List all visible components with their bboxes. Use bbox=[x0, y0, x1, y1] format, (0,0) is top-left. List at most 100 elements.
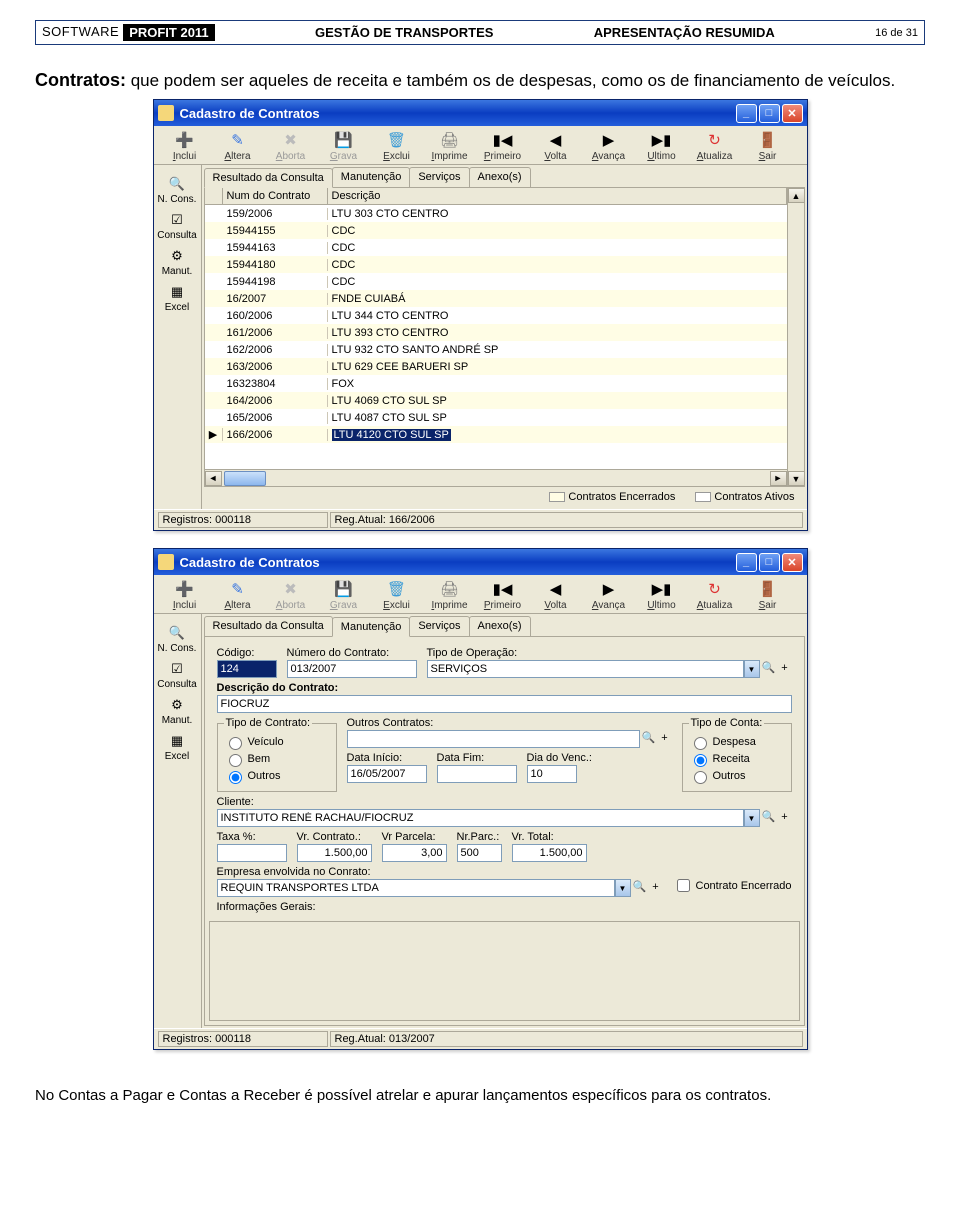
tab-anexo-s-[interactable]: Anexo(s) bbox=[469, 616, 531, 636]
search-icon[interactable]: 🔍 bbox=[762, 662, 776, 676]
toolbar-primeiro[interactable]: ▮◀Primeiro bbox=[478, 579, 528, 611]
add-icon[interactable]: + bbox=[778, 811, 792, 825]
v-scrollbar[interactable]: ▲ ▼ bbox=[787, 188, 804, 486]
num-contrato-input[interactable] bbox=[287, 660, 417, 678]
minimize-button[interactable]: _ bbox=[736, 104, 757, 123]
toolbar-sair[interactable]: 🚪Sair bbox=[743, 130, 793, 162]
col-desc[interactable]: Descrição bbox=[328, 188, 787, 204]
titlebar[interactable]: Cadastro de Contratos _ □ ✕ bbox=[154, 549, 807, 575]
tab-anexo-s-[interactable]: Anexo(s) bbox=[469, 167, 531, 187]
search-icon[interactable]: 🔍 bbox=[762, 811, 776, 825]
scroll-right-icon[interactable]: ► bbox=[770, 471, 787, 486]
tipo-conta-radio[interactable] bbox=[694, 754, 707, 767]
desc-input[interactable] bbox=[217, 695, 792, 713]
minimize-button[interactable]: _ bbox=[736, 553, 757, 572]
toolbar-imprime[interactable]: 🖨Imprime bbox=[425, 579, 475, 611]
tab-manuten-o[interactable]: Manutenção bbox=[332, 167, 411, 187]
vr-total-input[interactable] bbox=[512, 844, 587, 862]
dropdown-icon[interactable]: ▼ bbox=[744, 809, 760, 827]
nr-parc-input[interactable] bbox=[457, 844, 502, 862]
toolbar-exclui[interactable]: 🗑Exclui bbox=[372, 579, 422, 611]
toolbar-inclui[interactable]: ➕Inclui bbox=[160, 579, 210, 611]
sidebar-manut[interactable]: ⚙Manut. bbox=[156, 247, 199, 277]
toolbar-atualiza[interactable]: ↻Atualiza bbox=[690, 130, 740, 162]
sidebar-consulta[interactable]: ☑Consulta bbox=[156, 660, 199, 690]
table-row[interactable]: 162/2006LTU 932 CTO SANTO ANDRÉ SP bbox=[205, 341, 787, 358]
sidebar-ncons[interactable]: 🔍N. Cons. bbox=[156, 175, 199, 205]
table-row[interactable]: 161/2006LTU 393 CTO CENTRO bbox=[205, 324, 787, 341]
tab-resultado-da-consulta[interactable]: Resultado da Consulta bbox=[204, 616, 333, 636]
table-row[interactable]: 15944155CDC bbox=[205, 222, 787, 239]
table-row[interactable]: 160/2006LTU 344 CTO CENTRO bbox=[205, 307, 787, 324]
sidebar-consulta[interactable]: ☑Consulta bbox=[156, 211, 199, 241]
toolbar-exclui[interactable]: 🗑Exclui bbox=[372, 130, 422, 162]
tipo-conta-radio[interactable] bbox=[694, 737, 707, 750]
toolbar-volta[interactable]: ◀Volta bbox=[531, 579, 581, 611]
toolbar-avança[interactable]: ▶Avança bbox=[584, 130, 634, 162]
vr-contrato-input[interactable] bbox=[297, 844, 372, 862]
table-row[interactable]: 16323804FOX bbox=[205, 375, 787, 392]
tipo-conta-radio[interactable] bbox=[694, 771, 707, 784]
table-row[interactable]: 164/2006LTU 4069 CTO SUL SP bbox=[205, 392, 787, 409]
toolbar-ultimo[interactable]: ▶▮Ultimo bbox=[637, 579, 687, 611]
h-scrollbar[interactable]: ◄ ► bbox=[205, 469, 787, 486]
sidebar-excel[interactable]: ▦Excel bbox=[156, 283, 199, 313]
toolbar-volta[interactable]: ◀Volta bbox=[531, 130, 581, 162]
table-row[interactable]: 159/2006LTU 303 CTO CENTRO bbox=[205, 205, 787, 222]
close-button[interactable]: ✕ bbox=[782, 104, 803, 123]
toolbar-inclui[interactable]: ➕Inclui bbox=[160, 130, 210, 162]
scroll-up-icon[interactable]: ▲ bbox=[788, 188, 805, 203]
sidebar-excel[interactable]: ▦Excel bbox=[156, 732, 199, 762]
table-row[interactable]: ▶166/2006LTU 4120 CTO SUL SP bbox=[205, 426, 787, 443]
taxa-input[interactable] bbox=[217, 844, 287, 862]
toolbar-primeiro[interactable]: ▮◀Primeiro bbox=[478, 130, 528, 162]
add-icon[interactable]: + bbox=[649, 881, 663, 895]
codigo-input[interactable] bbox=[217, 660, 277, 678]
tipo-op-input[interactable] bbox=[427, 660, 744, 678]
toolbar-altera[interactable]: ✎Altera bbox=[213, 130, 263, 162]
toolbar-imprime[interactable]: 🖨Imprime bbox=[425, 130, 475, 162]
toolbar-atualiza[interactable]: ↻Atualiza bbox=[690, 579, 740, 611]
scroll-left-icon[interactable]: ◄ bbox=[205, 471, 222, 486]
add-icon[interactable]: + bbox=[658, 732, 672, 746]
vr-parcela-input[interactable] bbox=[382, 844, 447, 862]
table-row[interactable]: 165/2006LTU 4087 CTO SUL SP bbox=[205, 409, 787, 426]
data-fim-input[interactable] bbox=[437, 765, 517, 783]
add-icon[interactable]: + bbox=[778, 662, 792, 676]
tab-servi-os[interactable]: Serviços bbox=[409, 167, 469, 187]
tipo-contrato-radio[interactable] bbox=[229, 754, 242, 767]
dropdown-icon[interactable]: ▼ bbox=[615, 879, 631, 897]
search-icon[interactable]: 🔍 bbox=[642, 732, 656, 746]
scroll-down-icon[interactable]: ▼ bbox=[788, 471, 805, 486]
table-row[interactable]: 15944163CDC bbox=[205, 239, 787, 256]
toolbar-sair[interactable]: 🚪Sair bbox=[743, 579, 793, 611]
sidebar-ncons[interactable]: 🔍N. Cons. bbox=[156, 624, 199, 654]
table-row[interactable]: 16/2007FNDE CUIABÁ bbox=[205, 290, 787, 307]
toolbar-altera[interactable]: ✎Altera bbox=[213, 579, 263, 611]
tipo-contrato-radio[interactable] bbox=[229, 737, 242, 750]
table-row[interactable]: 15944180CDC bbox=[205, 256, 787, 273]
tipo-contrato-radio[interactable] bbox=[229, 771, 242, 784]
info-gerais-area[interactable] bbox=[209, 921, 800, 1021]
table-row[interactable]: 15944198CDC bbox=[205, 273, 787, 290]
cliente-input[interactable] bbox=[217, 809, 744, 827]
toolbar-avança[interactable]: ▶Avança bbox=[584, 579, 634, 611]
tab-servi-os[interactable]: Serviços bbox=[409, 616, 469, 636]
tab-resultado-da-consulta[interactable]: Resultado da Consulta bbox=[204, 168, 333, 188]
search-icon[interactable]: 🔍 bbox=[633, 881, 647, 895]
maximize-button[interactable]: □ bbox=[759, 104, 780, 123]
data-inicio-input[interactable] bbox=[347, 765, 427, 783]
maximize-button[interactable]: □ bbox=[759, 553, 780, 572]
dropdown-icon[interactable]: ▼ bbox=[744, 660, 760, 678]
titlebar[interactable]: Cadastro de Contratos _ □ ✕ bbox=[154, 100, 807, 126]
dia-venc-input[interactable] bbox=[527, 765, 577, 783]
table-row[interactable]: 163/2006LTU 629 CEE BARUERI SP bbox=[205, 358, 787, 375]
grid-body[interactable]: 159/2006LTU 303 CTO CENTRO15944155CDC159… bbox=[205, 205, 787, 469]
outros-contratos-input[interactable] bbox=[347, 730, 640, 748]
tab-manuten-o[interactable]: Manutenção bbox=[332, 617, 411, 637]
col-num[interactable]: Num do Contrato bbox=[223, 188, 328, 204]
close-button[interactable]: ✕ bbox=[782, 553, 803, 572]
scroll-thumb[interactable] bbox=[224, 471, 266, 486]
contrato-encerrado-checkbox[interactable] bbox=[677, 879, 690, 892]
sidebar-manut[interactable]: ⚙Manut. bbox=[156, 696, 199, 726]
